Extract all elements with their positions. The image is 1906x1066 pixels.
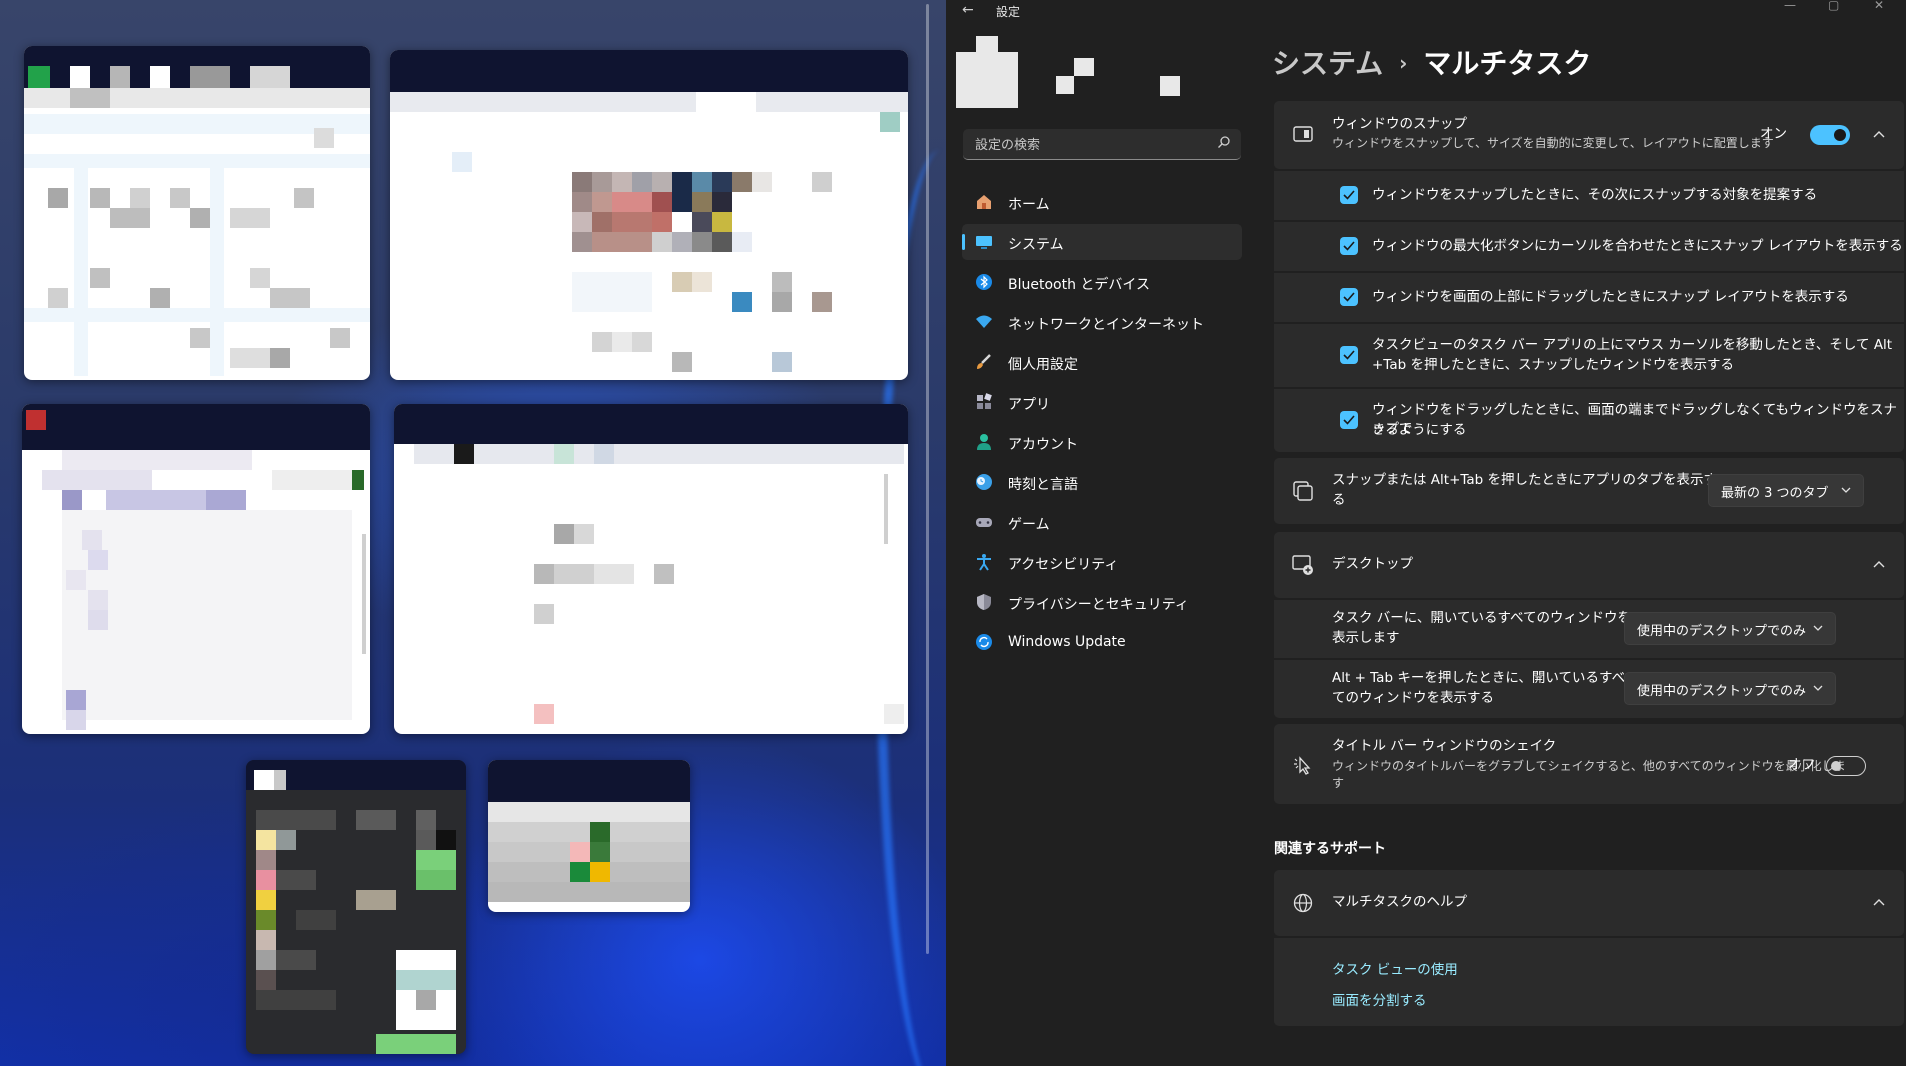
- close-icon[interactable]: ✕: [1874, 0, 1884, 12]
- avatar[interactable]: [956, 36, 1018, 108]
- window-thumbnail-4[interactable]: [394, 404, 908, 734]
- window-thumbnail-6[interactable]: [488, 760, 690, 912]
- link-split-screen[interactable]: 画面を分割する: [1332, 989, 1427, 1009]
- breadcrumb: システム › マルチタスク: [1272, 42, 1591, 82]
- window-thumbnail-2[interactable]: [390, 50, 908, 380]
- sidebar-item-accounts[interactable]: アカウント: [962, 424, 1242, 460]
- maximize-icon[interactable]: ▢: [1828, 0, 1839, 12]
- desktops-alttab-setting: Alt + Tab キーを押したときに、開いているすべ てのウィンドウを表示する…: [1274, 660, 1904, 718]
- checkmark-icon: [1343, 241, 1355, 251]
- sidebar-item-network[interactable]: ネットワークとインターネット: [962, 304, 1242, 340]
- clock-globe-icon: [976, 474, 992, 490]
- alttab-windows-dropdown[interactable]: 使用中のデスクトップでのみ: [1624, 672, 1836, 705]
- page-title: マルチタスク: [1423, 47, 1592, 80]
- globe-icon: [1293, 893, 1313, 913]
- sidebar-item-personalization[interactable]: 個人用設定: [962, 344, 1242, 380]
- search-icon[interactable]: [1217, 135, 1231, 149]
- snap-option-4-checkbox[interactable]: [1340, 346, 1358, 364]
- chevron-up-icon[interactable]: [1872, 560, 1886, 570]
- desktops-title: デスクトップ: [1332, 556, 1413, 572]
- gamepad-icon: [976, 518, 992, 527]
- snap-option-4[interactable]: タスクビューのタスク バー アプリの上にマウス カーソルを移動したとき、そして …: [1274, 324, 1904, 387]
- related-support-heading: 関連するサポート: [1274, 841, 1386, 857]
- snap-option-5-checkbox[interactable]: [1340, 411, 1358, 429]
- chevron-down-icon: [1813, 685, 1823, 691]
- sidebar-item-apps[interactable]: アプリ: [962, 384, 1242, 420]
- settings-search-box[interactable]: [963, 129, 1241, 160]
- window-thumbnail-5[interactable]: [246, 760, 466, 1054]
- snap-option-2[interactable]: ウィンドウの最大化ボタンにカーソルを合わせたときにスナップ レイアウトを表示する: [1274, 222, 1904, 271]
- snap-layout-icon: [1293, 126, 1313, 142]
- snap-option-2-checkbox[interactable]: [1340, 237, 1358, 255]
- brush-icon: [977, 354, 991, 369]
- snap-option-3-checkbox[interactable]: [1340, 288, 1358, 306]
- update-icon: [976, 634, 992, 650]
- window-thumbnail-3[interactable]: [22, 404, 370, 734]
- chevron-down-icon: [1841, 487, 1851, 493]
- snap-area-scrollbar[interactable]: [926, 4, 929, 954]
- snap-option-1-checkbox[interactable]: [1340, 186, 1358, 204]
- title-bar-shake-setting: タイトル バー ウィンドウのシェイク ウィンドウのタイトルバーをグラブしてシェイ…: [1274, 724, 1904, 804]
- window-thumbnail-1[interactable]: [24, 46, 370, 380]
- checkmark-icon: [1343, 292, 1355, 302]
- accessibility-icon: [977, 554, 991, 571]
- help-links: タスク ビューの使用 画面を分割する: [1274, 938, 1904, 1026]
- title-bar: ← 設定 — ▢ ✕: [946, 0, 1906, 24]
- sidebar-item-system[interactable]: システム: [962, 224, 1242, 260]
- snap-title: ウィンドウのスナップ: [1332, 116, 1467, 132]
- checkmark-icon: [1343, 350, 1355, 360]
- breadcrumb-separator: ›: [1399, 51, 1408, 75]
- snap-toggle[interactable]: [1810, 125, 1850, 145]
- desktops-header[interactable]: デスクトップ: [1274, 532, 1904, 598]
- snap-option-5[interactable]: ウィンドウをドラッグしたときに、画面の端までドラッグしなくてもウィンドウをスナッ…: [1274, 389, 1904, 452]
- app-title: 設定: [996, 5, 1021, 19]
- monitor-icon: [976, 236, 992, 249]
- tabs-icon: [1293, 481, 1313, 501]
- shake-toggle[interactable]: [1826, 756, 1866, 776]
- minimize-icon[interactable]: —: [1784, 0, 1796, 12]
- alttab-tabs-dropdown[interactable]: 最新の 3 つのタブ: [1708, 474, 1864, 507]
- back-arrow-icon[interactable]: ←: [962, 2, 974, 18]
- checkmark-icon: [1343, 415, 1355, 425]
- chevron-down-icon: [1813, 625, 1823, 631]
- desktop-add-icon: [1292, 555, 1313, 575]
- sidebar-item-gaming[interactable]: ゲーム: [962, 504, 1242, 540]
- snap-windows-header[interactable]: ウィンドウのスナップ ウィンドウをスナップして、サイズを自動的に変更して、レイア…: [1274, 101, 1904, 169]
- taskbar-windows-dropdown[interactable]: 使用中のデスクトップでのみ: [1624, 612, 1836, 645]
- person-icon: [977, 434, 991, 450]
- snap-assist-area: [0, 0, 946, 1066]
- user-name: [1056, 56, 1186, 98]
- bluetooth-icon: [976, 274, 992, 290]
- sidebar-nav: ホーム システム Bluetooth とデバイス ネットワークとインターネット …: [962, 184, 1242, 664]
- settings-window: ← 設定 — ▢ ✕ ホーム システム: [946, 0, 1906, 1066]
- snap-state-label: オン: [1760, 126, 1787, 142]
- snap-option-3[interactable]: ウィンドウを画面の上部にドラッグしたときにスナップ レイアウトを表示する: [1274, 273, 1904, 322]
- snap-option-1[interactable]: ウィンドウをスナップしたときに、その次にスナップする対象を提案する: [1274, 171, 1904, 220]
- sidebar-item-accessibility[interactable]: アクセシビリティ: [962, 544, 1242, 580]
- breadcrumb-system[interactable]: システム: [1272, 47, 1383, 80]
- shield-icon: [977, 594, 991, 610]
- wifi-icon: [976, 315, 992, 328]
- alttab-tabs-setting: スナップまたは Alt+Tab を押したときにアプリのタブを表示す る 最新の …: [1274, 458, 1904, 524]
- cursor-shake-icon: [1294, 756, 1311, 775]
- apps-icon: [977, 393, 992, 409]
- sidebar-item-bluetooth[interactable]: Bluetooth とデバイス: [962, 264, 1242, 300]
- search-input[interactable]: [973, 134, 1207, 156]
- shake-state-label: オフ: [1788, 757, 1815, 773]
- checkmark-icon: [1343, 190, 1355, 200]
- sidebar-item-time-language[interactable]: 時刻と言語: [962, 464, 1242, 500]
- help-title: マルチタスクのヘルプ: [1332, 894, 1467, 910]
- multitasking-help-header[interactable]: マルチタスクのヘルプ: [1274, 870, 1904, 936]
- chevron-up-icon[interactable]: [1872, 898, 1886, 908]
- sidebar-item-home[interactable]: ホーム: [962, 184, 1242, 220]
- desktops-taskbar-setting: タスク バーに、開いているすべてのウィンドウを 表示します 使用中のデスクトップ…: [1274, 600, 1904, 658]
- sidebar-item-privacy[interactable]: プライバシーとセキュリティ: [962, 584, 1242, 620]
- chevron-up-icon[interactable]: [1872, 130, 1886, 140]
- snap-description: ウィンドウをスナップして、サイズを自動的に変更して、レイアウトに配置します: [1332, 136, 1774, 150]
- sidebar-item-windows-update[interactable]: Windows Update: [962, 624, 1242, 660]
- link-task-view[interactable]: タスク ビューの使用: [1332, 958, 1458, 978]
- home-icon: [977, 195, 991, 209]
